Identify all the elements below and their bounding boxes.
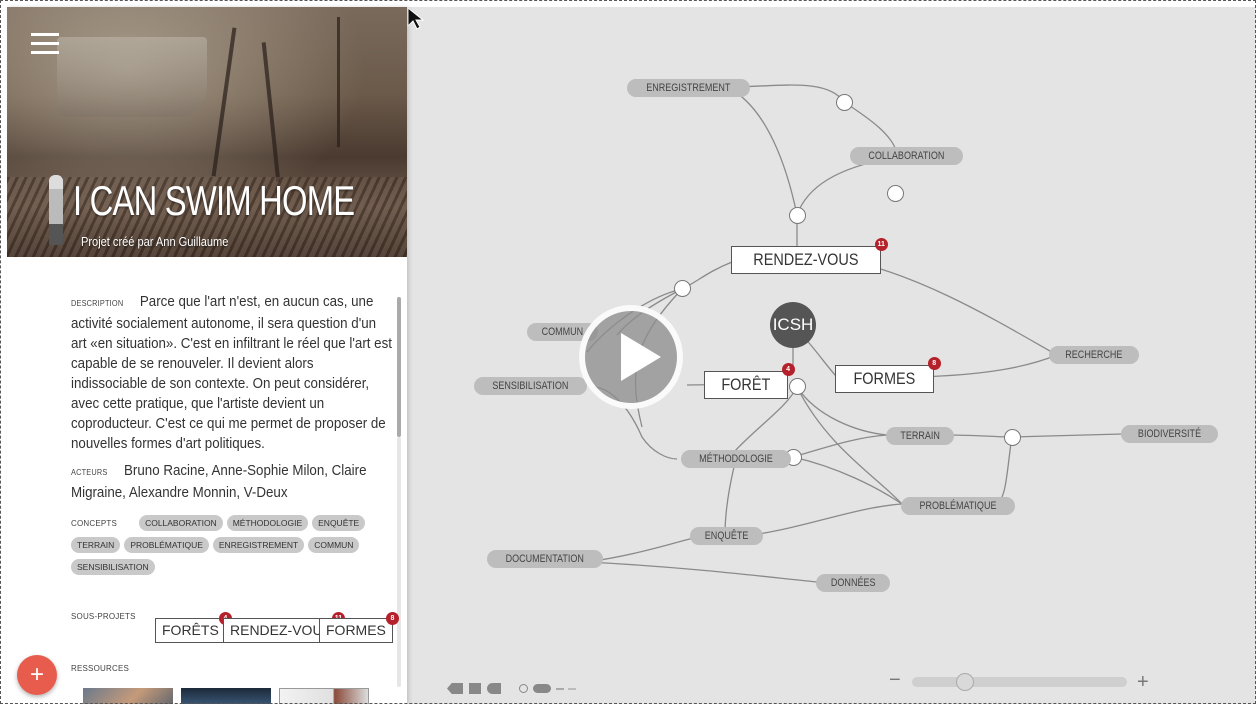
scrollbar-track[interactable] [397,437,401,687]
project-title: I CAN SWIM HOME [73,177,355,224]
view-square-icon[interactable] [469,683,481,694]
subproject-label: RENDEZ-VOUS [230,622,332,638]
subproject-node-rendez-vous[interactable]: RENDEZ-VOUS 11 [731,238,888,274]
hero-tree [261,42,281,182]
subproject-label: FORÊTS [162,622,219,638]
concept-tag[interactable]: MÉTHODOLOGIE [226,515,309,531]
concept-node-problematique[interactable]: PROBLÉMATIQUE [901,497,1015,515]
project-subtitle: Projet créé par Ann Guillaume [81,234,229,249]
concept-node-methodologie[interactable]: MÉTHODOLOGIE [681,450,791,468]
concept-node-collaboration[interactable]: COLLABORATION [850,147,963,165]
count-badge: 8 [385,612,399,625]
graph-hub-node[interactable] [836,94,853,111]
graph-hub-node[interactable] [674,280,691,297]
subproject-node-formes[interactable]: FORMES 8 [835,357,941,393]
count-badge: 8 [927,357,941,370]
concept-tag[interactable]: ENREGISTREMENT [212,537,305,553]
hero-tree [337,17,340,147]
subproject-label: FORMES [326,622,386,638]
concept-node-biodiversite[interactable]: BIODIVERSITÉ [1121,425,1219,443]
count-badge: 11 [874,238,888,251]
hero-boat [57,37,207,117]
concept-tag[interactable]: PROBLÉMATIQUE [124,537,209,553]
concept-tag[interactable]: TERRAIN [71,537,121,553]
view-pill-icon[interactable] [533,684,551,693]
concept-graph[interactable]: ENREGISTREMENT COLLABORATION COMMUN SENS… [407,7,1256,704]
sous-projets-label: SOUS-PROJETS [71,612,136,621]
play-triangle [621,333,661,381]
acteurs-label: ACTEURS [71,468,108,477]
resource-thumbnail[interactable] [83,688,173,704]
view-circle-icon[interactable] [519,684,528,693]
concepts-section: CONCEPTS COLLABORATION MÉTHODOLOGIE ENQU… [71,515,393,581]
cursor-icon [407,7,425,30]
subproject-node-foret[interactable]: FORÊT 4 [704,363,795,399]
view-line-icon[interactable] [556,688,564,690]
subproject-forets[interactable]: FORÊTS 4 [155,612,232,643]
zoom-in-button[interactable]: + [1137,672,1149,692]
concept-node-documentation[interactable]: DOCUMENTATION [487,550,603,568]
graph-hub-node[interactable] [887,185,904,202]
central-hub-icsh[interactable]: ICSH [770,302,816,348]
ressources-label: RESSOURCES [71,664,130,673]
concept-tag[interactable]: COMMUN [308,537,360,553]
project-details: DESCRIPTION Parce que l'art n'est, en auc… [71,292,399,704]
view-round-icon[interactable] [487,683,501,694]
zoom-slider-track[interactable] [912,677,1127,687]
description-label: DESCRIPTION [71,299,124,308]
concept-node-sensibilisation[interactable]: SENSIBILISATION [474,377,587,395]
graph-hub-node[interactable] [789,207,806,224]
graph-hub-node[interactable] [789,378,806,395]
concept-tag[interactable]: ENQUÊTE [312,515,366,531]
hero-figure [49,175,63,245]
resource-thumbnail[interactable] [279,688,369,704]
scrollbar-thumb[interactable] [397,297,401,437]
graph-hub-node[interactable] [1004,429,1021,446]
hero-tree [211,27,237,177]
project-hero-image: I CAN SWIM HOME Projet créé par Ann Guil… [7,7,407,257]
concept-node-donnees[interactable]: DONNÉES [816,574,891,592]
count-badge: 4 [781,363,795,376]
zoom-slider-knob[interactable] [956,673,974,691]
acteurs-section: ACTEURS Bruno Racine, Anne-Sophie Milon, … [71,461,393,503]
play-icon[interactable] [579,305,683,409]
acteurs-text: Bruno Racine, Anne-Sophie Milon, Claire … [71,463,367,501]
description-text: Parce que l'art n'est, en aucun cas, une… [71,294,392,452]
zoom-out-button[interactable]: − [889,670,901,690]
subproject-formes[interactable]: FORMES 8 [319,612,399,643]
resource-thumbnail[interactable] [181,688,271,704]
hamburger-menu-icon[interactable] [31,33,61,57]
project-panel: I CAN SWIM HOME Projet créé par Ann Guil… [7,7,407,704]
concept-node-enquete[interactable]: ENQUÊTE [690,527,764,545]
concept-node-enregistrement[interactable]: ENREGISTREMENT [627,79,750,97]
add-icon[interactable]: + [17,655,57,695]
concept-tag[interactable]: SENSIBILISATION [71,559,155,575]
concept-tag[interactable]: COLLABORATION [139,515,223,531]
concept-node-terrain[interactable]: TERRAIN [886,427,955,445]
concepts-label: CONCEPTS [71,519,118,528]
view-line-icon[interactable] [568,688,576,690]
description-section: DESCRIPTION Parce que l'art n'est, en auc… [71,292,393,454]
concept-node-recherche[interactable]: RECHERCHE [1049,346,1139,364]
